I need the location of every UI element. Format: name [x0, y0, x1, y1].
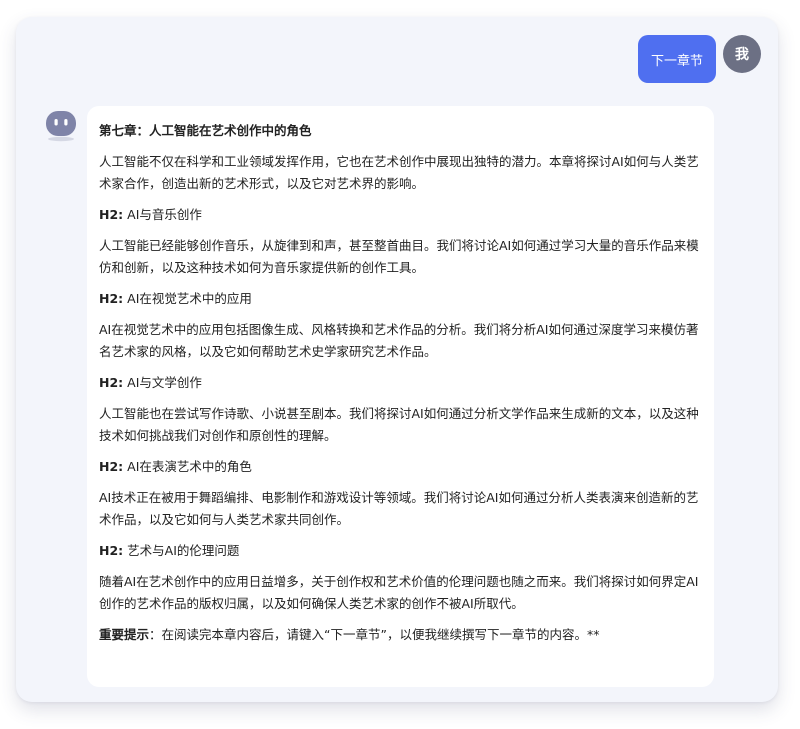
user-message-bubble[interactable]: 下一章节	[638, 35, 716, 83]
section-heading-text: AI与音乐创作	[127, 207, 202, 222]
chapter-title: 第七章：人工智能在艺术创作中的角色	[99, 123, 312, 138]
h2-prefix: H2:	[99, 207, 124, 222]
tip-text: ：在阅读完本章内容后，请键入“下一章节”，以便我继续撰写下一章节的内容。**	[149, 627, 600, 642]
section-heading-text: AI与文学创作	[127, 375, 202, 390]
section-heading-text: 艺术与AI的伦理问题	[127, 543, 240, 558]
h2-prefix: H2:	[99, 375, 124, 390]
section-heading: H2: AI与文学创作	[99, 372, 700, 394]
section-body: 随着AI在艺术创作中的应用日益增多，关于创作权和艺术价值的伦理问题也随之而来。我…	[99, 574, 699, 611]
user-message-row: 下一章节 我	[638, 35, 761, 83]
section-body: AI在视觉艺术中的应用包括图像生成、风格转换和艺术作品的分析。我们将分析AI如何…	[99, 322, 699, 359]
section-heading-text: AI在视觉艺术中的应用	[127, 291, 252, 306]
tip-label: 重要提示	[99, 627, 150, 642]
section-heading: H2: AI与音乐创作	[99, 204, 700, 226]
section-heading: H2: AI在表演艺术中的角色	[99, 456, 700, 478]
robot-face-icon	[42, 108, 80, 144]
chat-window: 下一章节 我 第七章：人工智能在艺术创作中的角色 人工智能不仅在科学和工业领域发…	[16, 17, 778, 702]
section-heading: H2: AI在视觉艺术中的应用	[99, 288, 700, 310]
assistant-reply-card: 第七章：人工智能在艺术创作中的角色 人工智能不仅在科学和工业领域发挥作用，它也在…	[87, 106, 714, 687]
section-body: 人工智能已经能够创作音乐，从旋律到和声，甚至整首曲目。我们将讨论AI如何通过学习…	[99, 238, 699, 275]
h2-prefix: H2:	[99, 291, 124, 306]
section-body: 人工智能也在尝试写作诗歌、小说甚至剧本。我们将探讨AI如何通过分析文学作品来生成…	[99, 406, 699, 443]
user-avatar[interactable]: 我	[723, 35, 761, 73]
chapter-intro: 人工智能不仅在科学和工业领域发挥作用，它也在艺术创作中展现出独特的潜力。本章将探…	[99, 154, 699, 191]
section-heading: H2: 艺术与AI的伦理问题	[99, 540, 700, 562]
h2-prefix: H2:	[99, 459, 124, 474]
section-body: AI技术正在被用于舞蹈编排、电影制作和游戏设计等领域。我们将讨论AI如何通过分析…	[99, 490, 699, 527]
important-tip: 重要提示：在阅读完本章内容后，请键入“下一章节”，以便我继续撰写下一章节的内容。…	[99, 624, 700, 646]
h2-prefix: H2:	[99, 543, 124, 558]
section-heading-text: AI在表演艺术中的角色	[127, 459, 252, 474]
